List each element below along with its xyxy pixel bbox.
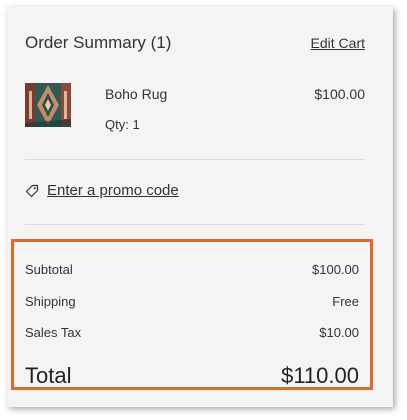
sales-tax-row: Sales Tax $10.00 bbox=[25, 325, 359, 340]
total-value: $110.00 bbox=[281, 363, 359, 388]
total-label: Total bbox=[25, 363, 72, 388]
order-summary-panel: Order Summary (1) Edit Cart Boho Rug Qty… bbox=[7, 7, 393, 407]
divider bbox=[25, 224, 365, 225]
promo-code-link[interactable]: Enter a promo code bbox=[25, 182, 179, 199]
sales-tax-value: $10.00 bbox=[319, 325, 359, 340]
total-row: Total $110.00 bbox=[25, 363, 359, 389]
summary-header: Order Summary (1) Edit Cart bbox=[25, 33, 365, 53]
summary-title: Order Summary (1) bbox=[25, 33, 172, 52]
shipping-value: Free bbox=[332, 294, 359, 309]
item-name: Boho Rug bbox=[105, 86, 168, 102]
subtotal-value: $100.00 bbox=[312, 262, 359, 277]
promo-code-label[interactable]: Enter a promo code bbox=[47, 182, 179, 199]
shipping-row: Shipping Free bbox=[25, 294, 359, 309]
shipping-label: Shipping bbox=[25, 294, 76, 309]
tag-icon bbox=[25, 184, 39, 197]
product-thumbnail bbox=[25, 83, 71, 127]
sales-tax-label: Sales Tax bbox=[25, 325, 82, 340]
edit-cart-link[interactable]: Edit Cart bbox=[311, 35, 365, 51]
divider bbox=[25, 159, 365, 160]
cart-item: Boho Rug Qty: 1 $100.00 bbox=[25, 83, 365, 133]
subtotal-row: Subtotal $100.00 bbox=[25, 262, 359, 277]
item-price: $100.00 bbox=[314, 86, 365, 102]
totals-highlight: Subtotal $100.00 Shipping Free Sales Tax… bbox=[11, 239, 373, 390]
item-quantity: Qty: 1 bbox=[105, 117, 140, 132]
subtotal-label: Subtotal bbox=[25, 262, 73, 277]
